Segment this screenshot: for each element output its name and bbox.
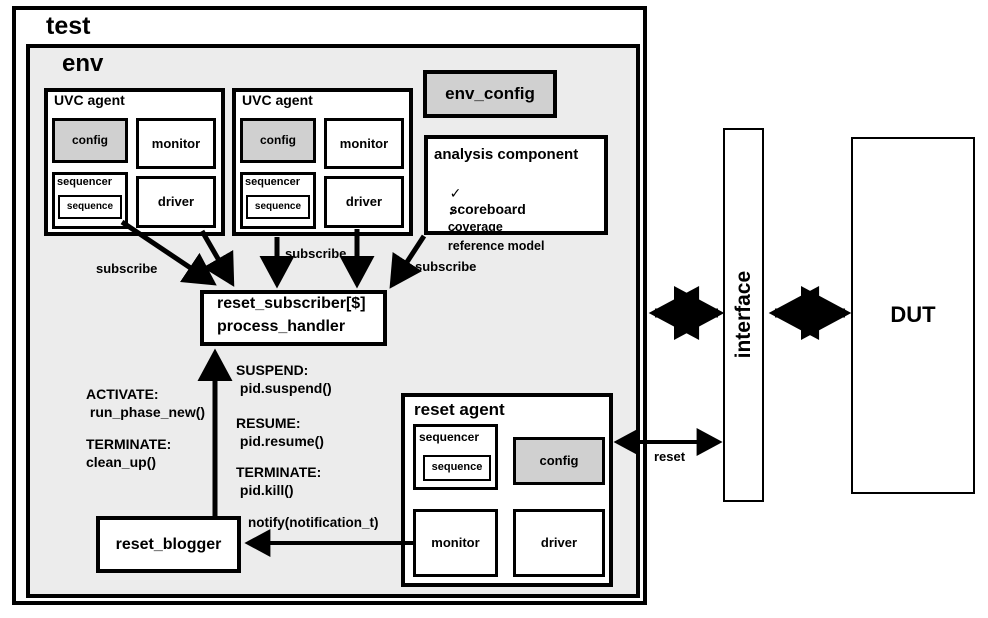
reset-arrow-label: reset [654, 449, 686, 464]
interface-label-wrap: interface [723, 128, 764, 502]
uvc-agent-1-title: UVC agent [54, 92, 125, 108]
note-suspend-head: SUSPEND: [236, 362, 309, 378]
note-mid-terminate-head: TERMINATE: [236, 464, 322, 480]
uvc-agent-2-driver: driver [324, 176, 404, 228]
uvc-agent-1-sequencer-label: sequencer [57, 176, 113, 188]
reset-agent-sequence: sequence [423, 455, 491, 481]
env-config-box: env_config [423, 70, 557, 118]
interface-label: interface [731, 271, 755, 359]
note-activate-head: ACTIVATE: [86, 386, 159, 402]
env-label: env [62, 50, 104, 77]
reset-agent-sequencer-label: sequencer [419, 430, 480, 444]
analysis-item-reference-model-label: reference model [447, 238, 545, 253]
note-activate-body: run_phase_new() [86, 404, 206, 420]
note-suspend-body: pid.suspend() [236, 380, 332, 396]
note-terminate-body: clean_up() [86, 454, 157, 470]
check-mark-icon: ✓ [447, 223, 459, 238]
reset-blogger-box: reset_blogger [96, 516, 241, 573]
uvc-agent-2-title: UVC agent [242, 92, 313, 108]
note-resume-head: RESUME: [236, 415, 301, 431]
subscribe-label-right: subscribe [415, 259, 477, 274]
note-mid-terminate-body: pid.kill() [236, 482, 294, 498]
uvc-agent-1-monitor: monitor [136, 118, 216, 169]
test-label: test [46, 12, 91, 40]
dut-box: DUT [851, 137, 975, 494]
uvc-agent-2-sequence: sequence [246, 195, 310, 219]
reset-agent-title: reset agent [414, 400, 505, 419]
note-resume-body: pid.resume() [236, 433, 324, 449]
reset-agent-config: config [513, 437, 605, 485]
subscribe-label-left: subscribe [96, 261, 158, 276]
uvc-agent-2-sequencer-label: sequencer [245, 176, 301, 188]
note-terminate-head: TERMINATE: [86, 436, 172, 452]
uvc-agent-2-config: config [240, 118, 316, 163]
uvc-agent-1-config: config [52, 118, 128, 163]
reset-agent-monitor: monitor [413, 509, 498, 577]
uvc-agent-2-monitor: monitor [324, 118, 404, 169]
uvc-agent-1-driver: driver [136, 176, 216, 228]
reset-subscriber-line2: process_handler [217, 318, 346, 335]
uvc-agent-1-sequence: sequence [58, 195, 122, 219]
reset-subscriber-line1: reset_subscriber[$] [217, 295, 366, 312]
subscribe-label-middle: subscribe [285, 246, 347, 261]
notify-label: notify(notification_t) [248, 515, 379, 530]
diagram-canvas: test env UVC agent config monitor sequen… [0, 0, 988, 618]
reset-agent-driver: driver [513, 509, 605, 577]
analysis-component-title: analysis component [434, 146, 579, 163]
